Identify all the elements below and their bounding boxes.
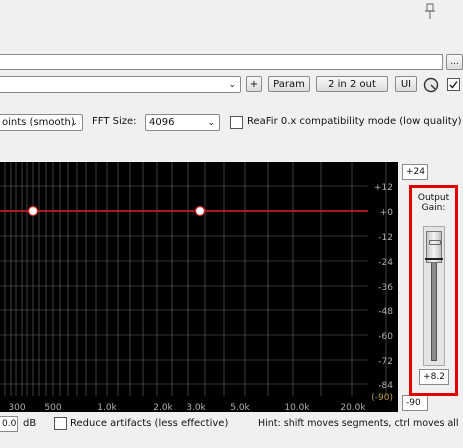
fft-size-dropdown[interactable]: 4096 ⌄ xyxy=(145,114,220,131)
slider-thumb[interactable] xyxy=(425,231,443,263)
io-button[interactable]: 2 in 2 out xyxy=(316,76,388,92)
y-tick-label: -24 xyxy=(378,258,393,268)
x-tick-label: 500 xyxy=(44,403,61,412)
browse-button[interactable]: ... xyxy=(446,54,463,70)
y-tick-label: -72 xyxy=(378,357,393,367)
fft-size-label: FFT Size: xyxy=(92,116,137,127)
output-gain-value[interactable]: +8.2 xyxy=(419,369,449,385)
y-tick-label: +0 xyxy=(380,208,394,218)
y-tick-label: -12 xyxy=(378,233,393,243)
chevron-down-icon: ⌄ xyxy=(207,118,215,128)
compat-checkbox[interactable] xyxy=(230,116,243,129)
y-tick-label: -84 xyxy=(378,381,393,391)
curve-point[interactable] xyxy=(27,205,39,217)
output-gain-panel: Output Gain: +8.2 xyxy=(409,185,458,396)
x-tick-label: 10.0k xyxy=(284,403,310,412)
chevron-down-icon: ⌄ xyxy=(70,118,78,128)
gain-db-field[interactable]: 0.0 xyxy=(0,416,18,432)
path-field[interactable] xyxy=(0,54,443,70)
add-preset-button[interactable]: + xyxy=(246,76,262,92)
pin-icon[interactable] xyxy=(420,2,440,22)
gain-unit-label: dB xyxy=(23,418,37,429)
reduce-artifacts-label: Reduce artifacts (less effective) xyxy=(70,418,229,429)
range-top-field[interactable]: +24 xyxy=(402,164,428,180)
x-tick-label: 5.0k xyxy=(230,403,250,412)
frequency-response-graph[interactable]: +12 +0 -12 -24 -36 -48 -60 -72 -84 (-90) 300 500 1.0… xyxy=(0,162,398,413)
x-tick-label: 3.0k xyxy=(186,403,206,412)
y-tick-label: +12 xyxy=(374,183,393,193)
preset-dropdown[interactable]: ⌄ xyxy=(0,76,241,93)
chevron-down-icon: ⌄ xyxy=(228,80,236,90)
output-gain-label: Output Gain: xyxy=(417,193,450,213)
compat-label: ReaFir 0.x compatibility mode (low quali… xyxy=(247,116,462,127)
graph-canvas[interactable]: +12 +0 -12 -24 -36 -48 -60 -72 -84 (-90) 300 500 1.0… xyxy=(0,162,398,413)
y-tick-label: -36 xyxy=(378,283,393,293)
wet-knob-icon[interactable] xyxy=(423,77,439,93)
ui-button[interactable]: UI xyxy=(395,76,417,92)
curve-point[interactable] xyxy=(194,205,206,217)
x-tick-label: 1.0k xyxy=(97,403,117,412)
mode-dropdown[interactable]: oints (smooth) ⌄ xyxy=(0,114,83,131)
hint-text: Hint: shift moves segments, ctrl moves a… xyxy=(258,418,459,429)
output-gain-slider[interactable] xyxy=(423,226,445,366)
x-tick-label: 300 xyxy=(8,403,25,412)
checkmark-icon xyxy=(449,81,458,89)
reduce-artifacts-checkbox[interactable] xyxy=(54,417,67,430)
range-bottom-field[interactable]: -90 xyxy=(402,395,428,411)
mode-value: oints (smooth) xyxy=(2,117,75,128)
y-tick-label: -48 xyxy=(378,307,393,317)
x-tick-label: 2.0k xyxy=(153,403,173,412)
y-bottom-label: (-90) xyxy=(371,393,393,403)
x-tick-label: 20.0k xyxy=(340,403,366,412)
bypass-checkbox[interactable] xyxy=(447,78,460,91)
param-button[interactable]: Param xyxy=(268,76,310,92)
y-tick-label: -60 xyxy=(378,332,393,342)
fft-size-value: 4096 xyxy=(149,117,175,128)
